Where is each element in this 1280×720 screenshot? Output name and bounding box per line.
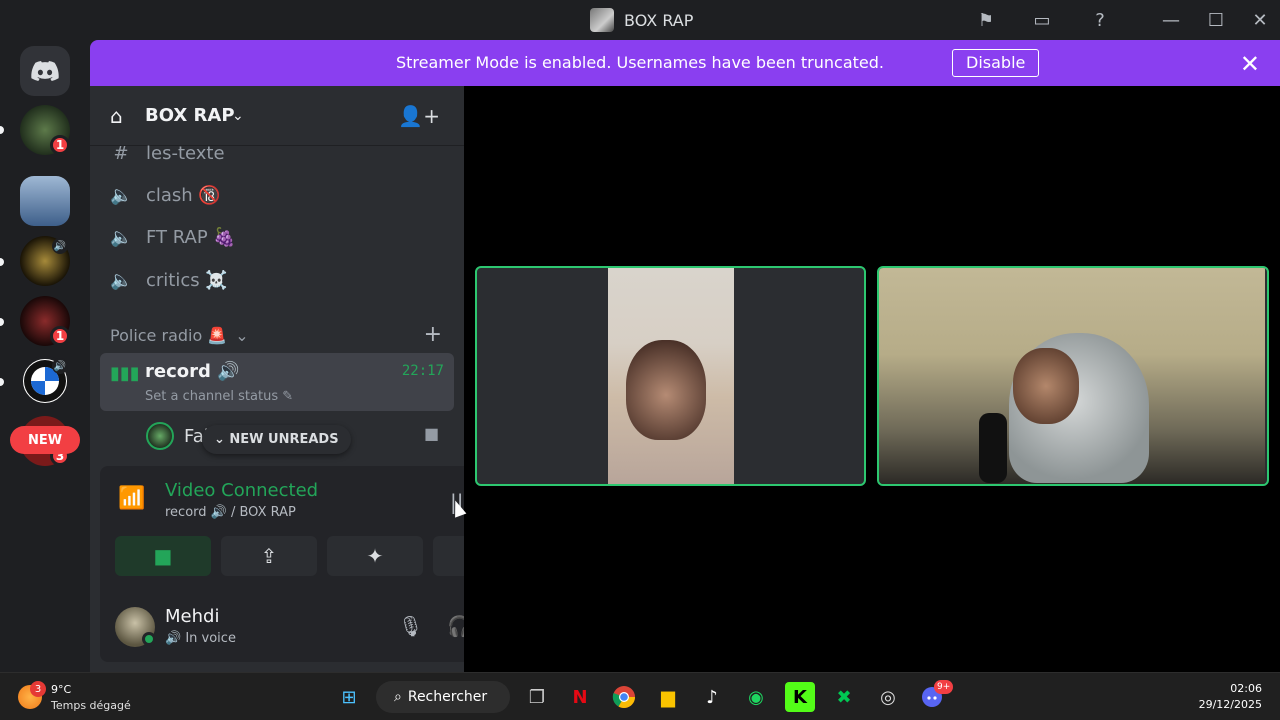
microphone-icon[interactable]: 🎙 (398, 614, 423, 638)
camera-button[interactable]: ■ (115, 536, 211, 576)
capcut-icon[interactable]: ✖ (829, 682, 859, 712)
spotify-icon[interactable]: ◉ (741, 682, 771, 712)
weather-widget[interactable]: 3 9°C Temps dégagé (18, 681, 158, 713)
activities-button[interactable]: ✦ (327, 536, 423, 576)
banner-message: Streamer Mode is enabled. Usernames have… (396, 53, 884, 72)
temperature: 9°C (51, 683, 72, 696)
channel-name: critics ☠️ (146, 269, 228, 291)
video-tile[interactable] (475, 266, 866, 486)
obs-icon[interactable]: ◎ (873, 682, 903, 712)
channel-name: les-texte (146, 142, 225, 164)
username[interactable]: Mehdi (165, 606, 219, 627)
unread-indicator (0, 378, 4, 386)
video-feed (608, 268, 734, 484)
chevron-down-icon: ⌄ (235, 326, 249, 345)
system-clock[interactable]: 02:06 29/12/2025 (1199, 681, 1262, 713)
speaker-icon: 🔈 (110, 184, 133, 206)
channel-item[interactable]: 🔈 clash 🔞 (110, 180, 221, 210)
speaker-icon: 🔈 (110, 226, 133, 248)
new-unreads-button[interactable]: ⌄ NEW UNREADS (202, 425, 351, 454)
channel-status-input[interactable]: Set a channel status ✎ (145, 389, 293, 404)
channel-timer: 22:17 (401, 363, 444, 379)
voice-member[interactable]: Fal ■ (146, 422, 439, 450)
search-icon: ⌕ (394, 689, 402, 705)
video-feed (879, 268, 1265, 484)
create-channel-icon[interactable]: + (424, 322, 442, 347)
help-icon[interactable]: ? (1086, 6, 1114, 34)
active-voice-channel[interactable]: ▮▮▮ record 🔊 22:17 Set a channel status … (100, 353, 454, 411)
windows-taskbar: 3 9°C Temps dégagé ⊞ ⌕ Rechercher ❐ N ▆ … (0, 672, 1280, 720)
server-icon (590, 8, 614, 32)
category-name: Police radio 🚨 (110, 326, 228, 345)
unread-indicator (0, 318, 4, 326)
voice-location[interactable]: record 🔊 / BOX RAP (165, 505, 296, 520)
window-title-text: BOX RAP (624, 10, 694, 30)
channel-item[interactable]: # les-texte (110, 138, 225, 168)
speaker-icon: 🔊 (52, 358, 68, 374)
file-explorer-icon[interactable]: ▆ (653, 682, 683, 712)
category-header[interactable]: Police radio 🚨 ⌄ (110, 326, 249, 345)
chrome-icon[interactable] (609, 682, 639, 712)
signal-icon[interactable]: 📶 (118, 486, 148, 516)
chevron-down-icon: ⌄ (232, 108, 244, 124)
new-unreads-pill[interactable]: NEW (10, 426, 80, 454)
clock-time: 02:06 (1230, 682, 1262, 695)
netflix-icon[interactable]: N (565, 682, 595, 712)
user-status: 🔊 In voice (165, 631, 236, 646)
server-rail: 1 🔊 1 🔊 3 NEW (0, 40, 90, 672)
add-user-icon[interactable]: 👤+ (398, 104, 440, 128)
video-icon: ■ (424, 424, 440, 443)
disable-button[interactable]: Disable (952, 49, 1040, 77)
community-icon: ⌂ (110, 104, 123, 128)
flag-icon[interactable]: ⚑ (972, 6, 1000, 34)
unread-indicator (0, 126, 4, 134)
maximize-button[interactable]: ☐ (1202, 6, 1230, 34)
windows-start-icon[interactable]: ⊞ (334, 682, 364, 712)
screen-share-button[interactable]: ⇪ (221, 536, 317, 576)
channel-item[interactable]: 🔈 critics ☠️ (110, 265, 228, 295)
hash-icon: # (113, 142, 129, 164)
inbox-icon[interactable]: ▭ (1028, 6, 1056, 34)
voice-status[interactable]: Video Connected (165, 480, 318, 501)
weather-badge: 3 (30, 681, 46, 697)
search-label: Rechercher (407, 689, 488, 705)
minimize-button[interactable]: — (1157, 6, 1185, 34)
channel-sidebar: ⌂ BOX RAP ⌄ 👤+ # les-texte 🔈 clash 🔞 🔈 F… (90, 86, 544, 672)
window-title: BOX RAP (590, 8, 693, 32)
server-header[interactable]: ⌂ BOX RAP ⌄ 👤+ (90, 86, 464, 146)
channel-item[interactable]: 🔈 FT RAP 🍇 (110, 222, 236, 252)
channel-name: clash 🔞 (146, 184, 221, 206)
discord-home-icon[interactable] (20, 46, 70, 96)
avatar (146, 422, 174, 450)
clock-date: 29/12/2025 (1198, 698, 1262, 711)
mention-badge: 1 (50, 326, 70, 346)
speaker-icon: 🔊 (52, 238, 68, 254)
streamer-mode-banner: Streamer Mode is enabled. Usernames have… (90, 40, 1280, 86)
server-icon-2[interactable] (20, 176, 70, 226)
server-name: BOX RAP (145, 105, 235, 126)
channel-name: record 🔊 (145, 361, 240, 382)
speaker-icon: 🔈 (110, 269, 133, 291)
unread-indicator (0, 258, 4, 266)
live-audio-icon: ▮▮▮ (110, 363, 140, 384)
kick-icon[interactable]: K (785, 682, 815, 712)
tiktok-icon[interactable]: ♪ (697, 682, 727, 712)
video-tile[interactable] (877, 266, 1269, 486)
close-window-button[interactable]: ✕ (1246, 6, 1274, 34)
taskbar-search[interactable]: ⌕ Rechercher (376, 681, 510, 713)
weather-description: Temps dégagé (51, 699, 131, 712)
online-status-indicator (142, 632, 156, 646)
task-view-icon[interactable]: ❐ (522, 682, 552, 712)
channel-name: FT RAP 🍇 (146, 226, 236, 248)
mention-badge: 1 (50, 135, 70, 155)
video-stage (464, 86, 1280, 672)
title-bar: BOX RAP ⚑ ▭ ? — ☐ ✕ (0, 0, 1280, 40)
discord-badge: 9+ (934, 680, 954, 694)
close-icon[interactable]: ✕ (1240, 50, 1260, 78)
